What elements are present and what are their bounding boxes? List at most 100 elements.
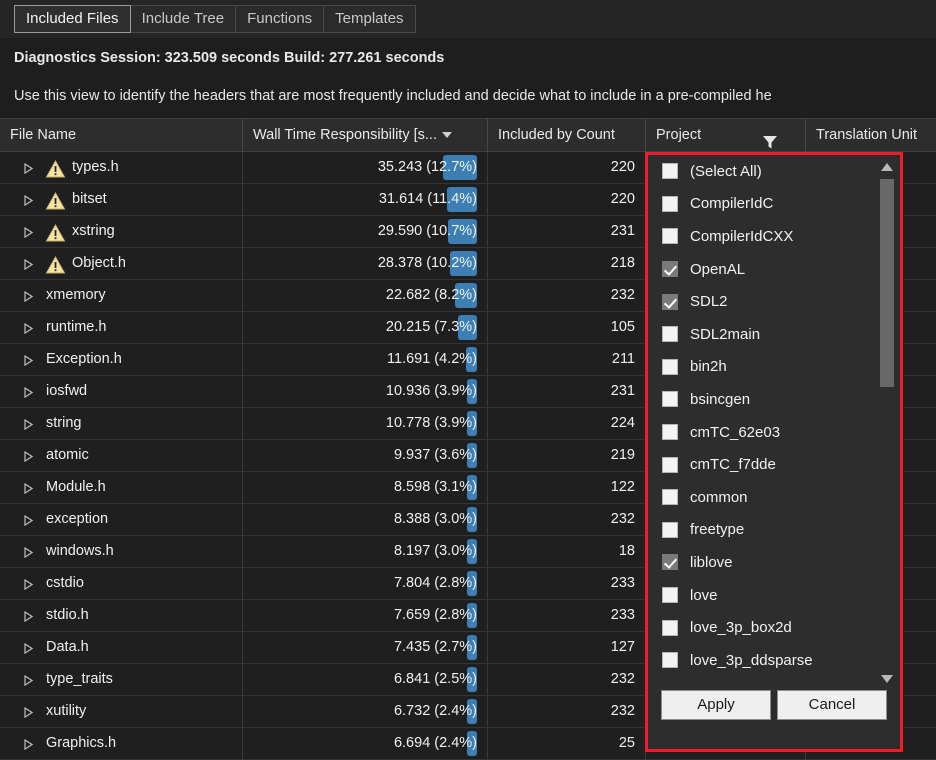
cell-file-name: windows.h <box>0 536 243 567</box>
expand-triangle-icon[interactable] <box>24 707 31 717</box>
column-header-wall-time-label: Wall Time Responsibility [s... <box>253 127 437 143</box>
expand-triangle-icon[interactable] <box>24 643 31 653</box>
cell-file-name: cstdio <box>0 568 243 599</box>
wall-time-value: 7.804 (2.8%) <box>394 575 477 591</box>
file-name-label: xutility <box>46 696 86 727</box>
expand-triangle-icon[interactable] <box>24 611 31 621</box>
expand-triangle-icon[interactable] <box>24 323 31 333</box>
filter-checkbox[interactable] <box>662 489 678 505</box>
filter-list-item[interactable]: common <box>648 481 900 514</box>
expand-triangle-icon[interactable] <box>24 195 31 205</box>
filter-item-label: liblove <box>690 554 733 571</box>
expand-triangle-icon[interactable] <box>24 675 31 685</box>
column-header-file-name[interactable]: File Name <box>0 119 243 152</box>
filter-list-item[interactable]: SDL2main <box>648 318 900 351</box>
filter-checkbox[interactable] <box>662 391 678 407</box>
filter-list-item[interactable]: love <box>648 579 900 612</box>
filter-list-item[interactable]: bin2h <box>648 351 900 384</box>
apply-button[interactable]: Apply <box>661 690 771 720</box>
column-header-included-by-count[interactable]: Included by Count <box>488 119 646 152</box>
included-by-count-value: 220 <box>611 159 635 175</box>
filter-list-item[interactable]: cmTC_62e03 <box>648 416 900 449</box>
filter-list-item[interactable]: liblove <box>648 546 900 579</box>
expand-triangle-icon[interactable] <box>24 227 31 237</box>
project-filter-list[interactable]: (Select All)CompilerIdCCompilerIdCXXOpen… <box>648 155 900 691</box>
filter-checkbox[interactable] <box>662 326 678 342</box>
filter-list-item[interactable]: SDL2 <box>648 285 900 318</box>
filter-item-label: SDL2 <box>690 293 728 310</box>
expand-triangle-icon[interactable] <box>24 515 31 525</box>
cell-wall-time-responsibility: 6.694 (2.4%) <box>243 728 488 759</box>
cell-wall-time-responsibility: 6.732 (2.4%) <box>243 696 488 727</box>
filter-checkbox[interactable] <box>662 261 678 277</box>
warning-triangle-icon <box>46 159 65 177</box>
filter-list-item[interactable]: CompilerIdC <box>648 188 900 221</box>
column-header-wall-time[interactable]: Wall Time Responsibility [s... <box>243 119 488 152</box>
expand-triangle-icon[interactable] <box>24 739 31 749</box>
filter-checkbox[interactable] <box>662 424 678 440</box>
filter-list-item[interactable]: OpenAL <box>648 253 900 286</box>
filter-checkbox[interactable] <box>662 652 678 668</box>
expand-triangle-icon[interactable] <box>24 419 31 429</box>
expand-triangle-icon[interactable] <box>24 163 31 173</box>
expand-triangle-icon[interactable] <box>24 355 31 365</box>
column-header-project[interactable]: Project <box>646 119 806 152</box>
column-header-included-by-count-label: Included by Count <box>498 127 615 143</box>
wall-time-value: 10.778 (3.9%) <box>386 415 477 431</box>
filter-list-item[interactable]: freetype <box>648 514 900 547</box>
sort-descending-icon[interactable] <box>442 132 452 138</box>
expand-triangle-icon[interactable] <box>24 387 31 397</box>
filter-list-item[interactable]: cmTC_f7dde <box>648 448 900 481</box>
cell-file-name: Module.h <box>0 472 243 503</box>
filter-list-item[interactable]: (Select All) <box>648 155 900 188</box>
expand-triangle-icon[interactable] <box>24 483 31 493</box>
warning-triangle-icon <box>46 223 65 241</box>
cell-included-by-count: 233 <box>488 600 646 631</box>
expand-triangle-icon[interactable] <box>24 547 31 557</box>
filter-checkbox[interactable] <box>662 457 678 473</box>
filter-list-item[interactable]: CompilerIdCXX <box>648 220 900 253</box>
filter-checkbox[interactable] <box>662 228 678 244</box>
tab-include-tree[interactable]: Include Tree <box>130 5 237 33</box>
filter-list-scrollbar[interactable] <box>877 155 897 691</box>
cell-included-by-count: 233 <box>488 568 646 599</box>
cell-wall-time-responsibility: 31.614 (11.4%) <box>243 184 488 215</box>
filter-checkbox[interactable] <box>662 359 678 375</box>
column-header-translation-unit[interactable]: Translation Unit <box>806 119 936 152</box>
filter-checkbox[interactable] <box>662 620 678 636</box>
tab-templates[interactable]: Templates <box>323 5 415 33</box>
wall-time-value: 35.243 (12.7%) <box>378 159 477 175</box>
included-by-count-value: 218 <box>611 255 635 271</box>
file-name-label: Module.h <box>46 472 106 503</box>
filter-funnel-icon[interactable] <box>763 129 777 143</box>
filter-checkbox[interactable] <box>662 163 678 179</box>
file-name-label: runtime.h <box>46 312 106 343</box>
tab-functions[interactable]: Functions <box>235 5 324 33</box>
scrollbar-thumb[interactable] <box>880 179 894 387</box>
diagnostics-session-summary: Diagnostics Session: 323.509 seconds Bui… <box>14 50 444 66</box>
expand-triangle-icon[interactable] <box>24 259 31 269</box>
filter-list-item[interactable]: love_3p_box2d <box>648 611 900 644</box>
filter-list-item[interactable]: love_3p_ddsparse <box>648 644 900 677</box>
expand-triangle-icon[interactable] <box>24 451 31 461</box>
included-by-count-value: 232 <box>611 511 635 527</box>
filter-checkbox[interactable] <box>662 522 678 538</box>
file-name-label: cstdio <box>46 568 84 599</box>
file-name-label: atomic <box>46 440 89 471</box>
filter-list-item[interactable]: bsincgen <box>648 383 900 416</box>
cell-wall-time-responsibility: 20.215 (7.3%) <box>243 312 488 343</box>
expand-triangle-icon[interactable] <box>24 291 31 301</box>
cell-file-name: stdio.h <box>0 600 243 631</box>
filter-checkbox[interactable] <box>662 196 678 212</box>
filter-checkbox[interactable] <box>662 294 678 310</box>
filter-checkbox[interactable] <box>662 587 678 603</box>
file-name-label: xstring <box>72 216 115 247</box>
tab-included-files[interactable]: Included Files <box>14 5 131 33</box>
expand-triangle-icon[interactable] <box>24 579 31 589</box>
file-name-label: Object.h <box>72 248 126 279</box>
scroll-up-arrow-icon[interactable] <box>877 157 897 177</box>
cancel-button[interactable]: Cancel <box>777 690 887 720</box>
filter-checkbox[interactable] <box>662 554 678 570</box>
included-by-count-value: 127 <box>611 639 635 655</box>
wall-time-value: 9.937 (3.6%) <box>394 447 477 463</box>
